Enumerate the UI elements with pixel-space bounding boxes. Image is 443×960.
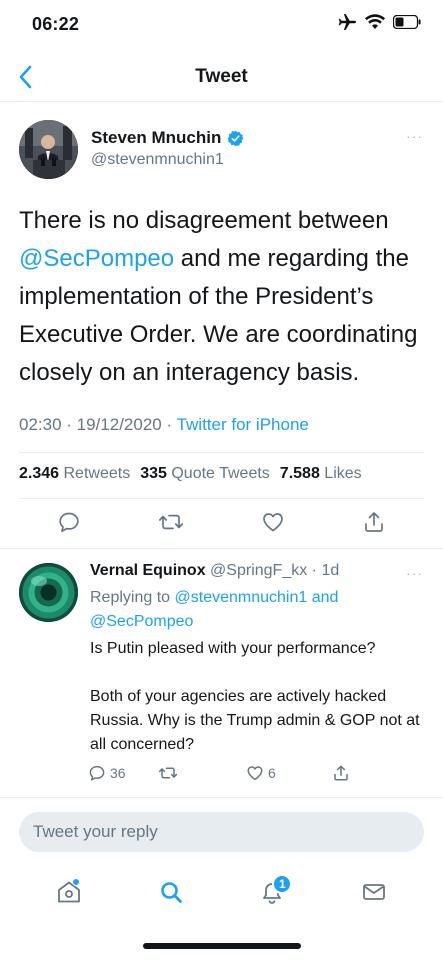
reply-reply-button[interactable]: 36 [88,764,158,782]
replying-to-prefix: Replying to [90,589,175,606]
status-time: 06:22 [32,14,80,34]
reply-header: Vernal Equinox @SpringF_kx · 1d [90,562,339,580]
share-button[interactable] [362,510,386,539]
reply-compose-input[interactable]: Tweet your reply [19,812,424,852]
retweet-icon [158,767,178,779]
meta-separator: · [166,415,177,434]
reply-retweet-button[interactable] [158,764,246,782]
reply-more-options-button[interactable]: ··· [406,565,423,581]
reply-icon [89,765,105,781]
tab-home[interactable] [49,872,89,912]
reply-author-handle[interactable]: @SpringF_kx [210,562,307,579]
author-handle[interactable]: @stevenmnuchin1 [91,151,224,169]
mention-link[interactable]: @SecPompeo [19,245,174,272]
wifi-icon [365,14,385,29]
tweet-date[interactable]: 19/12/2020 [77,415,162,434]
reply-author-photo [19,563,78,622]
retweets-label: Retweets [63,465,131,482]
page-title: Tweet [195,66,248,87]
heart-icon [247,766,263,781]
likes-stat[interactable]: 7.588 Likes [280,465,362,483]
tweet-text-line: @SecPompeo and me regarding the [19,240,429,278]
quotes-stat[interactable]: 335 Quote Tweets [140,465,270,483]
reply-paragraph: Is Putin pleased with your performance? [90,640,376,657]
new-content-dot [71,878,80,886]
tweet-text-line: closely on an interagency basis. [19,359,360,386]
status-icons [337,14,421,30]
mention-link[interactable]: @stevenmnuchin1 [175,589,308,606]
reply-share-button[interactable] [332,764,350,782]
reply-like-button[interactable]: 6 [246,764,332,782]
reply-actions: 36 6 [88,760,388,786]
tweet-text-line: There is no disagreement between [19,207,389,234]
like-count: 6 [268,765,276,781]
reply-button[interactable] [57,510,81,539]
retweets-count: 2.346 [19,465,60,482]
retweet-icon [159,514,184,529]
divider [0,548,443,549]
tab-search[interactable] [151,872,191,912]
airplane-icon [338,14,356,30]
tweet-text-line: Executive Order. We are coordinating [19,321,418,348]
share-icon [334,765,348,781]
reply-author-avatar[interactable] [19,563,78,622]
verified-badge-icon [228,130,244,146]
mail-icon [363,884,386,900]
reply-icon [59,512,80,532]
author-avatar[interactable] [19,120,78,179]
likes-count: 7.588 [279,465,320,482]
tweet-time[interactable]: 02:30 [19,415,62,434]
mention-link[interactable]: @SecPompeo [90,613,193,630]
reply-paragraph: Both of your agencies are actively hacke… [90,688,420,753]
heart-icon [263,512,283,531]
battery-icon [393,15,421,29]
tweet-text-line: implementation of the President’s [19,283,374,310]
quotes-count: 335 [140,465,167,482]
divider [19,498,424,499]
tweet-source-link[interactable]: Twitter for iPhone [177,415,309,434]
divider [19,452,424,453]
share-icon [364,511,383,532]
meta-separator: · [66,415,77,434]
reply-count: 36 [110,765,126,781]
compose-placeholder: Tweet your reply [33,822,158,841]
search-icon [160,882,182,903]
tweet-meta: 02:30 · 19/12/2020 · Twitter for iPhone [19,415,309,435]
author-name-row[interactable]: Steven Mnuchin [91,128,244,148]
retweet-button[interactable] [158,510,184,539]
tab-notifications[interactable]: 1 [252,872,293,912]
quotes-label: Quote Tweets [171,465,270,482]
reply-text: Is Putin pleased with your performance? … [90,637,425,757]
home-indicator [143,943,301,949]
tweet-stats: 2.346 Retweets 335 Quote Tweets 7.588 Li… [19,465,362,483]
divider [0,797,443,798]
retweets-stat[interactable]: 2.346 Retweets [19,465,130,483]
likes-label: Likes [324,465,362,482]
meta-separator: · [307,562,322,579]
bottom-tab-bar: 1 [0,866,443,918]
like-button[interactable] [261,510,285,539]
tweet-text: There is no disagreement between @SecPom… [19,202,429,392]
top-header: Tweet [0,52,443,102]
author-name[interactable]: Steven Mnuchin [91,128,221,148]
reply-age: 1d [321,562,340,579]
reply-author-name[interactable]: Vernal Equinox [90,562,206,579]
tab-messages[interactable] [354,872,394,912]
author-photo [19,120,78,179]
replying-to-and: and [307,589,339,606]
tweet-text-fragment: and me regarding the [174,245,409,272]
replying-to: Replying to @stevenmnuchin1 and @SecPomp… [90,586,420,634]
tweet-actions [19,508,424,540]
notifications-badge: 1 [272,874,293,894]
more-options-button[interactable]: ··· [406,128,423,144]
